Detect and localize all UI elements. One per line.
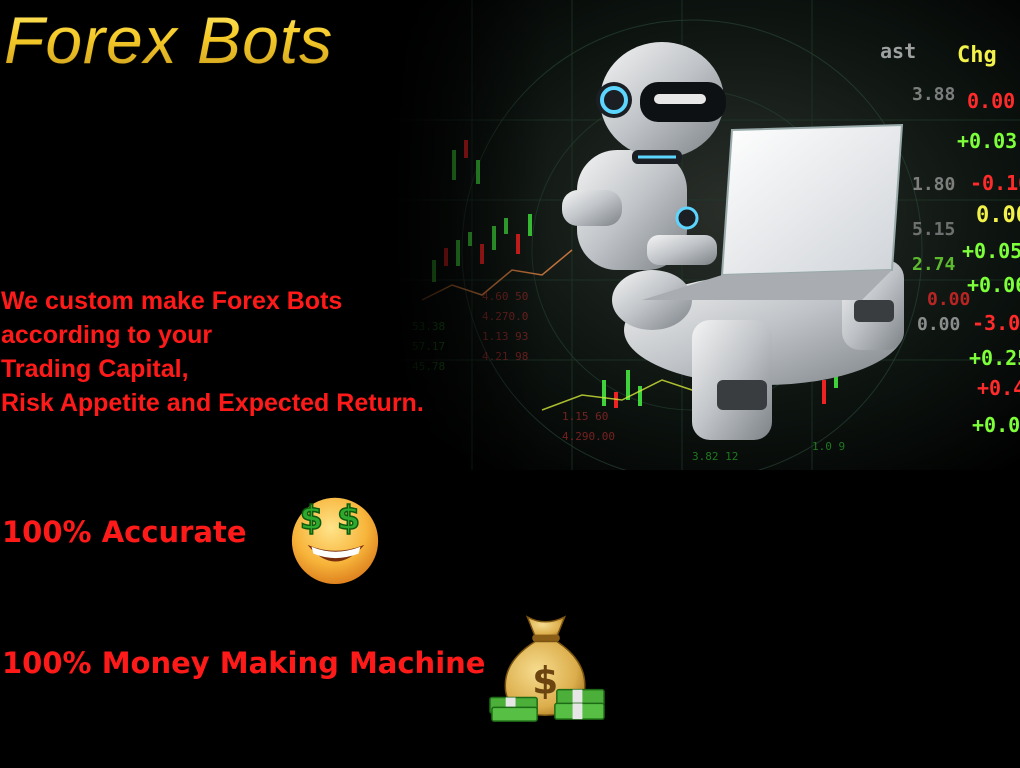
robot-trading-illustration: 4.60 504.270.01.13 93 4.21 981.15 604.29…	[392, 0, 1020, 470]
svg-text:$: $	[300, 498, 323, 537]
svg-text:$: $	[337, 498, 360, 537]
money-face-emoji-icon: $ $	[291, 497, 379, 585]
feature-accurate: 100% Accurate	[2, 515, 247, 549]
pitch-text: We custom make Forex Bots according to y…	[1, 284, 424, 420]
svg-text:$: $	[532, 659, 558, 703]
pitch-line: Risk Appetite and Expected Return.	[1, 389, 424, 417]
page-title: Forex Bots	[4, 3, 334, 77]
hero-image: 4.60 504.270.01.13 93 4.21 981.15 604.29…	[392, 0, 1020, 470]
pitch-line: We custom make Forex Bots	[1, 287, 343, 315]
feature-money-machine: 100% Money Making Machine	[2, 646, 486, 680]
money-bag-emoji-icon: $	[489, 615, 605, 722]
pitch-line: according to your	[1, 321, 213, 349]
pitch-line: Trading Capital,	[1, 355, 189, 383]
